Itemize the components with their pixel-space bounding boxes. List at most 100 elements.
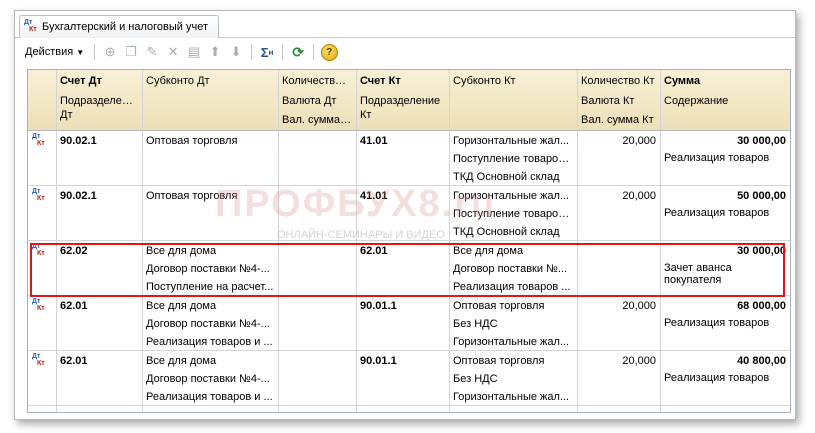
debit-account[interactable]: 62.01 bbox=[56, 352, 142, 370]
copy-icon[interactable]: ❐ bbox=[122, 43, 140, 61]
content[interactable]: Реализация товаров bbox=[660, 205, 790, 237]
debit-account[interactable]: 62.01 bbox=[56, 297, 142, 315]
column-header[interactable]: Количество ... bbox=[278, 72, 356, 90]
credit-subconto[interactable]: Без НДС bbox=[449, 315, 577, 333]
content[interactable]: Зачет аванса покупателя bbox=[660, 260, 790, 292]
credit-subconto[interactable]: Горизонтальные жал... bbox=[449, 187, 577, 205]
debit-subconto[interactable]: Реализация товаров и ... bbox=[142, 333, 278, 351]
column-header[interactable]: Количество Кт bbox=[577, 72, 660, 90]
tab-bar: Дт Кт Бухгалтерский и налоговый учет bbox=[15, 11, 795, 38]
debit-subconto[interactable]: Оптовая торговля bbox=[142, 132, 278, 150]
dt-kt-icon: Дт Кт bbox=[32, 188, 45, 202]
debit-subconto[interactable]: Все для дома bbox=[142, 297, 278, 315]
credit-subconto[interactable]: Поступление товаров ... bbox=[449, 150, 577, 168]
column-header[interactable]: Содержание bbox=[660, 92, 790, 110]
grid-line bbox=[278, 70, 279, 412]
amount[interactable]: 30 000,00 bbox=[660, 132, 790, 150]
dropdown-arrow-icon: ▼ bbox=[76, 47, 85, 57]
column-header[interactable]: Сумма bbox=[660, 72, 790, 90]
grid-line bbox=[28, 185, 790, 186]
tab-accounting[interactable]: Дт Кт Бухгалтерский и налоговый учет bbox=[19, 15, 220, 38]
credit-subconto[interactable]: Горизонтальные жал... bbox=[449, 333, 577, 351]
credit-subconto[interactable]: Договор поставки №... bbox=[449, 260, 577, 278]
column-header[interactable]: Подразделение Кт bbox=[356, 92, 449, 122]
debit-subconto[interactable]: Реализация товаров и ... bbox=[142, 388, 278, 406]
postings-table: Счет Дт Субконто Дт Количество ... Счет Кт С… bbox=[27, 69, 791, 413]
credit-quantity[interactable]: 20,000 bbox=[577, 352, 660, 370]
column-header[interactable]: Счет Кт bbox=[356, 72, 449, 90]
credit-subconto[interactable]: Поступление товаров ... bbox=[449, 205, 577, 223]
grid-line bbox=[28, 405, 790, 406]
credit-account[interactable]: 41.01 bbox=[356, 187, 449, 205]
credit-subconto[interactable]: Без НДС bbox=[449, 370, 577, 388]
content[interactable]: Реализация товаров bbox=[660, 315, 790, 347]
debit-subconto[interactable]: Договор поставки №4-... bbox=[142, 315, 278, 333]
help-icon: ? bbox=[320, 43, 338, 61]
column-header[interactable]: Вал. сумма Кт bbox=[577, 111, 660, 129]
credit-subconto[interactable]: Все для дома bbox=[449, 242, 577, 260]
sum-icon[interactable]: Σн bbox=[258, 43, 276, 61]
credit-subconto[interactable]: Горизонтальные жал... bbox=[449, 388, 577, 406]
post-icon[interactable]: ▤ bbox=[185, 43, 203, 61]
credit-subconto[interactable]: ТКД Основной склад bbox=[449, 168, 577, 186]
content[interactable]: Реализация товаров bbox=[660, 370, 790, 402]
debit-subconto[interactable]: Договор поставки №4-... bbox=[142, 260, 278, 278]
amount[interactable]: 68 000,00 bbox=[660, 297, 790, 315]
column-header[interactable]: Валюта Кт bbox=[577, 92, 660, 110]
toolbar-separator bbox=[94, 44, 96, 60]
debit-subconto[interactable]: Оптовая торговля bbox=[142, 187, 278, 205]
dt-kt-icon: Дт Кт bbox=[32, 243, 45, 257]
move-up-icon[interactable]: ⬆ bbox=[206, 43, 224, 61]
credit-quantity[interactable]: 20,000 bbox=[577, 297, 660, 315]
column-header[interactable]: Счет Дт bbox=[56, 72, 142, 90]
debit-subconto[interactable]: Все для дома bbox=[142, 352, 278, 370]
edit-icon[interactable]: ✎ bbox=[143, 43, 161, 61]
debit-subconto[interactable]: Поступление на расчет... bbox=[142, 278, 278, 296]
column-header[interactable]: Субконто Кт bbox=[449, 72, 577, 90]
credit-account[interactable]: 41.01 bbox=[356, 132, 449, 150]
credit-quantity[interactable]: 20,000 bbox=[577, 187, 660, 205]
dt-kt-icon: Дт Кт bbox=[32, 298, 45, 312]
grid-line bbox=[577, 70, 578, 412]
grid-line bbox=[28, 130, 790, 131]
debit-account[interactable]: 90.02.1 bbox=[56, 132, 142, 150]
column-header[interactable]: Валюта Дт bbox=[278, 92, 356, 110]
column-header[interactable]: Субконто Дт bbox=[142, 72, 278, 90]
grid-line bbox=[56, 70, 57, 412]
amount[interactable]: 30 000,00 bbox=[660, 242, 790, 260]
column-header[interactable]: Вал. сумма ... bbox=[278, 111, 356, 129]
toolbar: Действия ▼ ⊕ ❐ ✎ ✕ ▤ ⬆ ⬇ Σн ⟳ ? bbox=[15, 38, 801, 66]
amount[interactable]: 40 800,00 bbox=[660, 352, 790, 370]
credit-account[interactable]: 90.01.1 bbox=[356, 352, 449, 370]
grid-line bbox=[28, 240, 790, 241]
grid-line bbox=[449, 70, 450, 412]
grid-line bbox=[660, 70, 661, 412]
credit-quantity[interactable]: 20,000 bbox=[577, 132, 660, 150]
debit-subconto[interactable]: Все для дома bbox=[142, 242, 278, 260]
dt-kt-icon: Дт Кт bbox=[24, 19, 37, 33]
credit-subconto[interactable]: Реализация товаров ... bbox=[449, 278, 577, 296]
add-icon[interactable]: ⊕ bbox=[101, 43, 119, 61]
credit-subconto[interactable]: ТКД Основной склад bbox=[449, 223, 577, 241]
grid-line bbox=[28, 350, 790, 351]
credit-account[interactable]: 62.01 bbox=[356, 242, 449, 260]
content[interactable]: Реализация товаров bbox=[660, 150, 790, 182]
toolbar-separator bbox=[251, 44, 253, 60]
grid-line bbox=[28, 295, 790, 296]
column-header[interactable]: Подразделение Дт bbox=[56, 92, 142, 122]
amount[interactable]: 50 000,00 bbox=[660, 187, 790, 205]
credit-subconto[interactable]: Оптовая торговля bbox=[449, 352, 577, 370]
debit-account[interactable]: 90.02.1 bbox=[56, 187, 142, 205]
move-down-icon[interactable]: ⬇ bbox=[227, 43, 245, 61]
debit-account[interactable]: 62.02 bbox=[56, 242, 142, 260]
help-button[interactable]: ? bbox=[320, 43, 338, 61]
credit-subconto[interactable]: Горизонтальные жал... bbox=[449, 132, 577, 150]
actions-menu-button[interactable]: Действия ▼ bbox=[21, 42, 88, 62]
credit-subconto[interactable]: Оптовая торговля bbox=[449, 297, 577, 315]
grid-line bbox=[142, 70, 143, 412]
credit-account[interactable]: 90.01.1 bbox=[356, 297, 449, 315]
debit-subconto[interactable]: Договор поставки №4-... bbox=[142, 370, 278, 388]
dt-kt-icon: Дт Кт bbox=[32, 353, 45, 367]
delete-icon[interactable]: ✕ bbox=[164, 43, 182, 61]
refresh-icon[interactable]: ⟳ bbox=[289, 43, 307, 61]
